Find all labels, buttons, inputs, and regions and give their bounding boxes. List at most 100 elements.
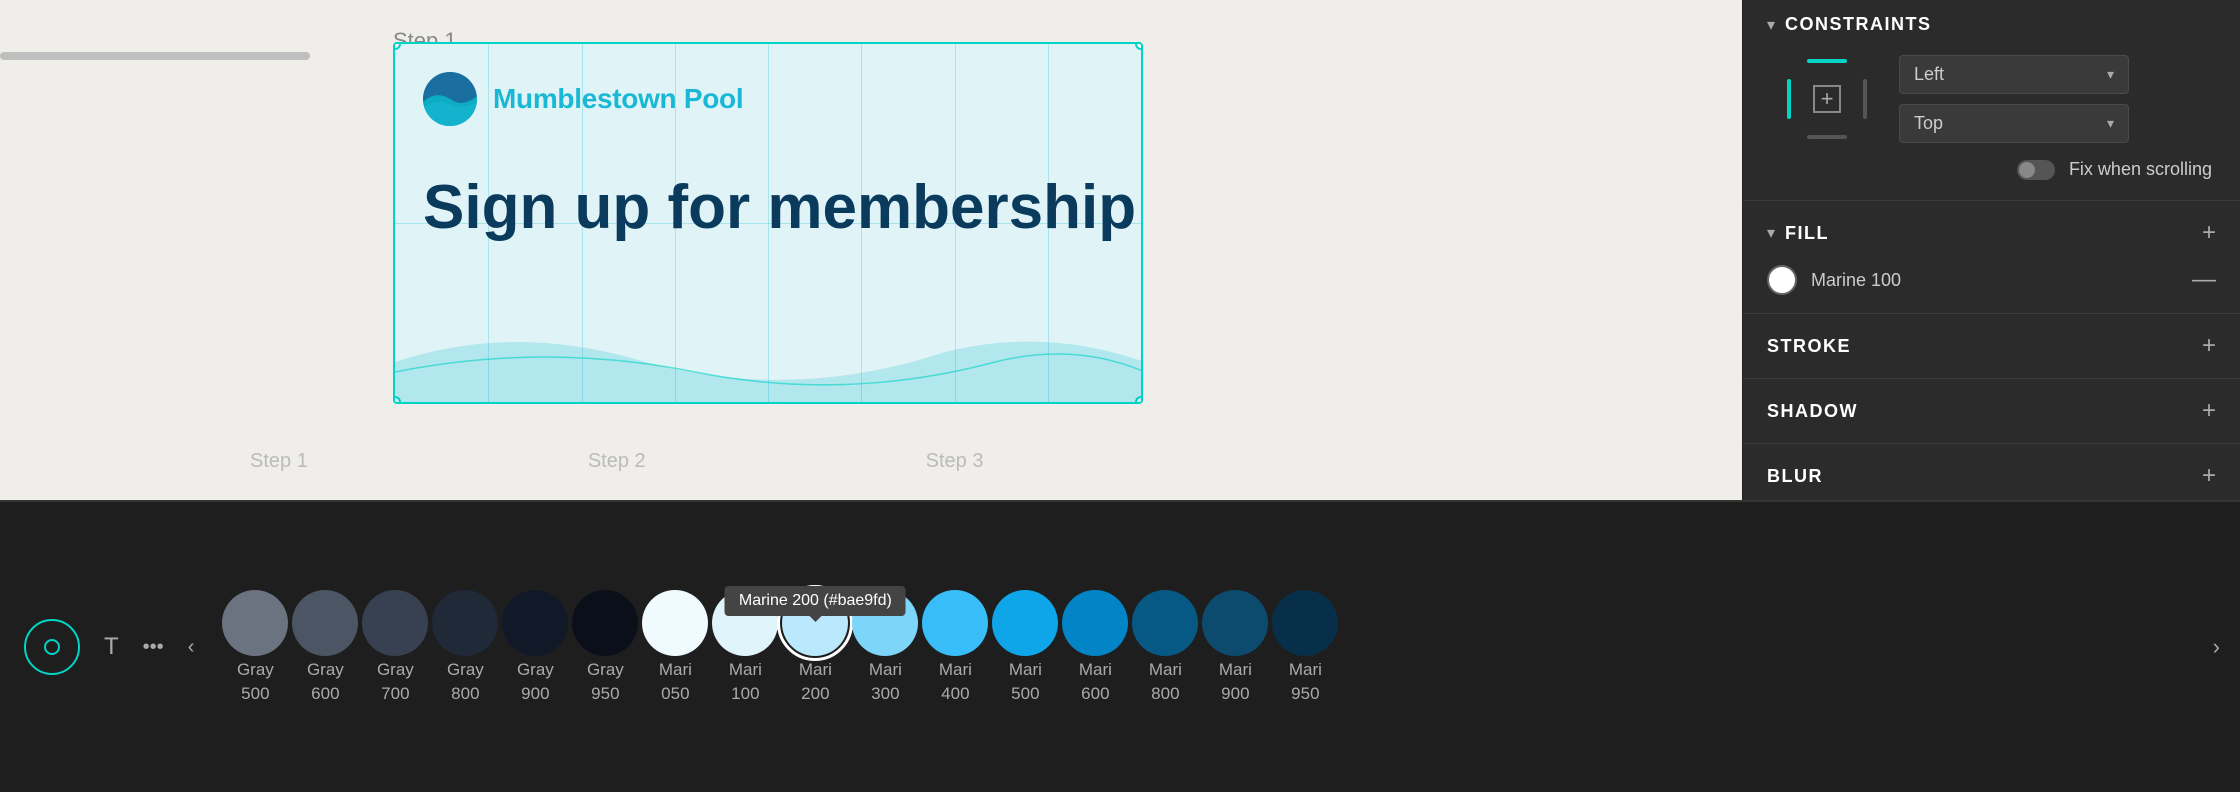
constraint-plus-icon: + [1821, 88, 1834, 110]
fill-remove-button[interactable]: — [2192, 268, 2216, 292]
blur-label: BLUR [1767, 466, 1823, 487]
swatch-circle-gray-900 [502, 590, 568, 656]
fill-title: ▾ FILL [1767, 223, 1829, 244]
swatch-circle-marine-500 [992, 590, 1058, 656]
swatch-label-gray-800: Gray [447, 660, 484, 680]
swatch-label-marine-400: Mari [939, 660, 972, 680]
constraint-top-bar [1807, 59, 1847, 63]
design-frame: Mumblestown Pool Sign up for membership [393, 42, 1143, 404]
fix-when-scrolling-label: Fix when scrolling [2069, 159, 2212, 180]
swatch-item-marine-900[interactable]: Mari900 [1202, 590, 1268, 704]
swatch-circle-marine-400 [922, 590, 988, 656]
blur-add-button[interactable]: + [2202, 462, 2216, 490]
constraints-chevron[interactable]: ▾ [1767, 15, 1775, 35]
swatch-item-marine-800[interactable]: Mari800 [1132, 590, 1198, 704]
fill-name: Marine 100 [1811, 270, 1901, 291]
constraints-body: + Left ▾ Top ▾ [1743, 49, 2240, 200]
main-area: Step 1 [0, 0, 2240, 500]
swatch-item-gray-700[interactable]: Gray700 [362, 590, 428, 704]
shadow-label: SHADOW [1767, 401, 1858, 422]
swatch-label-gray-500: Gray [237, 660, 274, 680]
swatch-label-gray-700: Gray [377, 660, 414, 680]
constraint-center: + [1813, 85, 1841, 113]
fill-add-button[interactable]: + [2202, 219, 2216, 247]
strip-right-arrow-button[interactable]: › [2193, 634, 2240, 660]
swatch-item-gray-600[interactable]: Gray600 [292, 590, 358, 704]
swatch-item-gray-950[interactable]: Gray950 [572, 590, 638, 704]
swatch-item-marine-500[interactable]: Mari500 [992, 590, 1058, 704]
h-scrollbar[interactable] [0, 52, 310, 60]
vertical-constraint-select[interactable]: Top ▾ [1899, 104, 2129, 143]
swatch-item-marine-200[interactable]: Mari200Marine 200 (#bae9fd) [782, 590, 848, 704]
swatch-label-marine-900: Mari [1219, 660, 1252, 680]
swatch-item-marine-050[interactable]: Mari050 [642, 590, 708, 704]
blur-section: BLUR + [1743, 444, 2240, 500]
horizontal-chevron-icon: ▾ [2107, 66, 2114, 83]
swatch-label-gray-600: Gray [307, 660, 344, 680]
stroke-add-button[interactable]: + [2202, 332, 2216, 360]
fix-when-scrolling-toggle[interactable] [2017, 160, 2055, 180]
fill-row: Marine 100 — [1743, 265, 2240, 313]
logo-area: Mumblestown Pool [423, 72, 743, 126]
faded-steps: Step 1 Step 2 Step 3 [250, 450, 983, 473]
ellipse-tool-icon [44, 639, 60, 655]
swatch-label-marine-100: Mari [729, 660, 762, 680]
vertical-constraint-value: Top [1914, 113, 1943, 134]
swatch-item-gray-500[interactable]: Gray500 [222, 590, 288, 704]
swatch-circle-gray-800 [432, 590, 498, 656]
constraint-left-bar [1787, 79, 1791, 119]
strip-left-tools: T ••• ‹ [0, 619, 218, 675]
swatch-label-marine-950: Mari [1289, 660, 1322, 680]
more-tools-button[interactable]: ••• [143, 636, 164, 659]
shadow-section: SHADOW + [1743, 379, 2240, 444]
swatch-circle-marine-800 [1132, 590, 1198, 656]
shadow-add-button[interactable]: + [2202, 397, 2216, 425]
constraint-widget: + [1767, 49, 1887, 149]
swatch-circle-gray-700 [362, 590, 428, 656]
horizontal-constraint-value: Left [1914, 64, 1944, 85]
constraint-widget-inner: + [1787, 59, 1867, 139]
logo-circle [423, 72, 477, 126]
swatch-label-marine-800: Mari [1149, 660, 1182, 680]
swatch-label-marine-050: Mari [659, 660, 692, 680]
fill-swatch-area: Marine 100 [1767, 265, 1901, 295]
swatch-circle-gray-600 [292, 590, 358, 656]
text-tool-button[interactable]: T [104, 633, 119, 661]
logo-text: Mumblestown Pool [493, 83, 743, 115]
swatch-item-marine-600[interactable]: Mari600 [1062, 590, 1128, 704]
swatch-item-gray-900[interactable]: Gray900 [502, 590, 568, 704]
swatch-item-marine-950[interactable]: Mari950 [1272, 590, 1338, 704]
swatch-label-gray-950: Gray [587, 660, 624, 680]
constraints-title: CONSTRAINTS [1785, 14, 1932, 35]
wave-decoration [395, 322, 1143, 402]
swatch-circle-gray-500 [222, 590, 288, 656]
swatch-label-marine-300: Mari [869, 660, 902, 680]
constraints-section: ▾ CONSTRAINTS + [1743, 0, 2240, 201]
back-arrow-button[interactable]: ‹ [188, 636, 195, 659]
swatch-tooltip-marine-200: Marine 200 (#bae9fd) [725, 586, 906, 616]
swatch-circle-gray-950 [572, 590, 638, 656]
stroke-label: STROKE [1767, 336, 1851, 357]
fill-section: ▾ FILL + Marine 100 — [1743, 201, 2240, 314]
horizontal-constraint-select[interactable]: Left ▾ [1899, 55, 2129, 94]
fill-chevron-icon[interactable]: ▾ [1767, 223, 1775, 243]
step-2-faded: Step 1 [250, 450, 308, 473]
swatch-label-marine-500: Mari [1009, 660, 1042, 680]
ellipse-tool-button[interactable] [24, 619, 80, 675]
swatch-item-gray-800[interactable]: Gray800 [432, 590, 498, 704]
swatch-label-gray-900: Gray [517, 660, 554, 680]
constraints-header: ▾ CONSTRAINTS [1743, 0, 2240, 49]
swatch-circle-marine-600 [1062, 590, 1128, 656]
fill-swatch[interactable] [1767, 265, 1797, 295]
swatch-circle-marine-950 [1272, 590, 1338, 656]
swatch-label-marine-600: Mari [1079, 660, 1112, 680]
canvas-area: Step 1 [0, 0, 1742, 500]
swatch-row: Gray500Gray600Gray700Gray800Gray900Gray9… [218, 590, 2192, 704]
constraint-bottom-bar [1807, 135, 1847, 139]
swatch-circle-marine-050 [642, 590, 708, 656]
bottom-strip: T ••• ‹ Gray500Gray600Gray700Gray800Gray… [0, 500, 2240, 792]
step-4-faded: Step 3 [926, 450, 984, 473]
color-swatches-container: Gray500Gray600Gray700Gray800Gray900Gray9… [218, 580, 2192, 714]
swatch-item-marine-400[interactable]: Mari400 [922, 590, 988, 704]
step-3-faded: Step 2 [588, 450, 646, 473]
